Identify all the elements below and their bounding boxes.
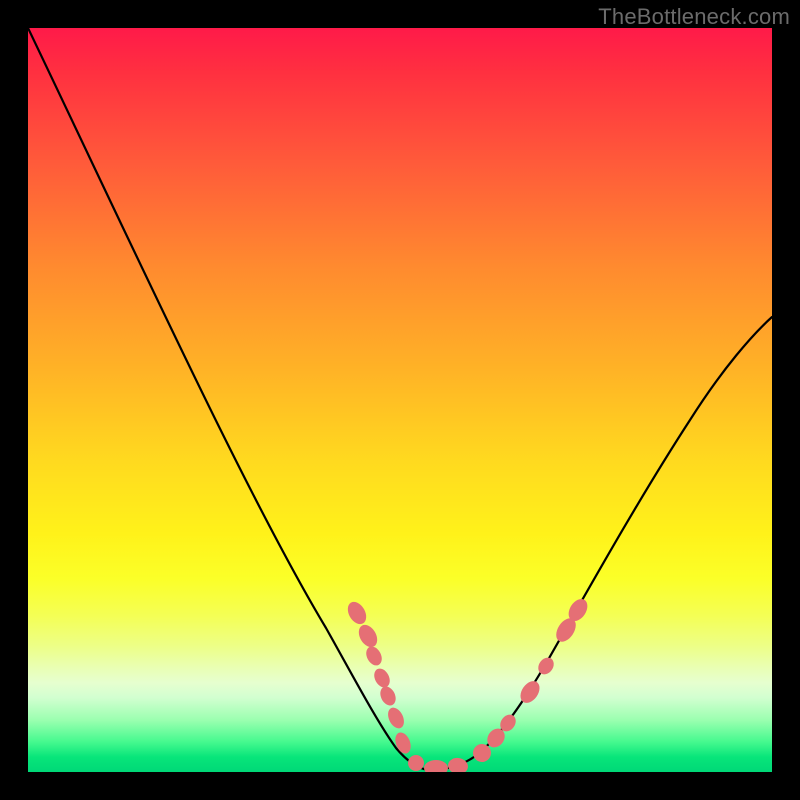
data-marker bbox=[377, 684, 398, 708]
chart-area bbox=[28, 28, 772, 772]
curve-right-branch bbox=[428, 317, 772, 770]
data-marker bbox=[385, 705, 407, 731]
data-marker bbox=[392, 730, 413, 756]
data-marker bbox=[408, 755, 424, 771]
data-marker bbox=[424, 760, 448, 772]
curve-group bbox=[28, 28, 772, 770]
marker-group bbox=[344, 596, 591, 772]
data-marker bbox=[355, 622, 381, 651]
chart-svg bbox=[28, 28, 772, 772]
data-marker bbox=[363, 644, 385, 668]
data-marker bbox=[344, 599, 370, 628]
data-marker bbox=[535, 655, 557, 678]
data-marker bbox=[447, 756, 469, 772]
watermark-text: TheBottleneck.com bbox=[598, 4, 790, 30]
data-marker bbox=[371, 666, 393, 690]
